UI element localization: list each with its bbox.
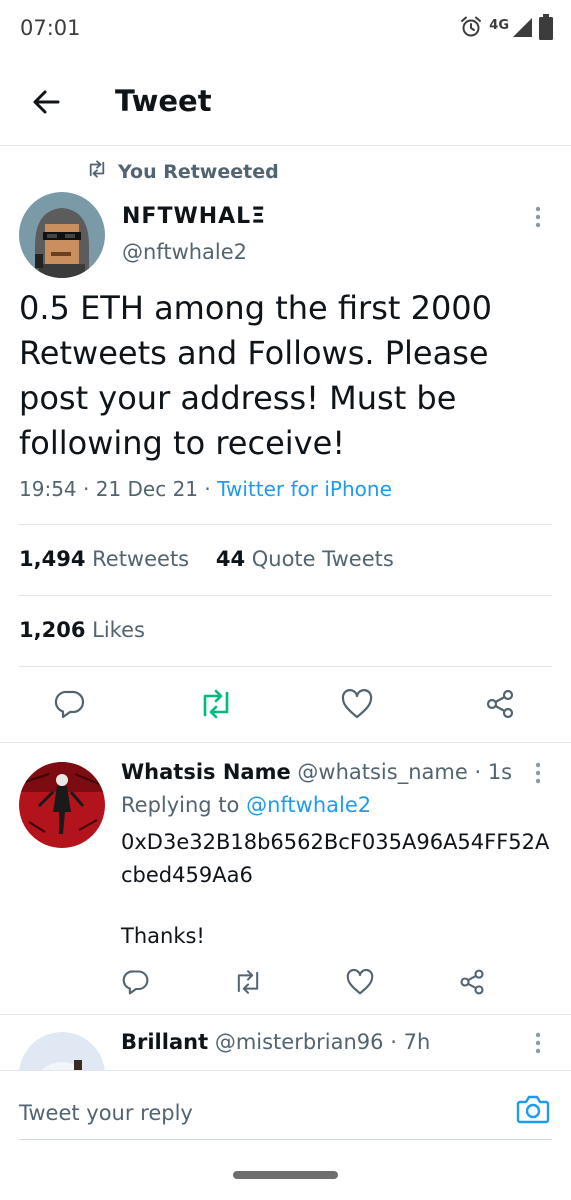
replying-to-label: Replying to xyxy=(121,793,240,817)
status-bar: 07:01 4G xyxy=(0,0,571,60)
avatar[interactable] xyxy=(19,192,105,278)
divider xyxy=(19,595,552,596)
reply-composer xyxy=(0,1070,571,1200)
reply-text: 0xD3e32B18b6562BcF035A96A54FF52Acbed459A… xyxy=(121,830,550,887)
thread-separator xyxy=(0,1014,571,1015)
likes-stats: 1,206 Likes xyxy=(19,618,145,642)
battery-icon xyxy=(539,14,553,44)
alarm-icon xyxy=(459,15,483,43)
reply-button[interactable] xyxy=(116,964,156,1004)
reply-author-handle[interactable]: @whatsis_name xyxy=(297,760,467,784)
retweet-context: You Retweeted xyxy=(86,160,279,183)
reply-time: 7h xyxy=(403,1030,431,1054)
retweets-stat[interactable]: 1,494 Retweets xyxy=(19,547,189,571)
status-time: 07:01 xyxy=(20,16,81,40)
meta-separator: · xyxy=(474,760,482,784)
reply-more-options-button[interactable] xyxy=(528,761,548,789)
retweet-icon xyxy=(233,968,263,1000)
reply-text-line2: Thanks! xyxy=(121,924,205,948)
status-icons: 4G xyxy=(459,14,553,44)
retweet-small-icon xyxy=(86,160,108,183)
more-vertical-icon xyxy=(528,1032,548,1059)
tweet-source-link[interactable]: Twitter for iPhone xyxy=(217,477,392,501)
meta-separator: · xyxy=(204,477,218,501)
divider xyxy=(19,524,552,525)
replying-to: Replying to @nftwhale2 xyxy=(121,793,371,817)
reply-author-name[interactable]: Brillant xyxy=(121,1030,208,1054)
quotes-count: 44 xyxy=(215,547,246,571)
reply-author-handle[interactable]: @misterbrian96 xyxy=(215,1030,384,1054)
reply-avatar[interactable] xyxy=(19,762,105,848)
author-name[interactable]: NFTWHALΞ xyxy=(122,204,266,229)
arrow-left-icon xyxy=(32,88,60,120)
engagement-stats: 1,494 Retweets 44 Quote Tweets xyxy=(19,547,394,571)
reply-icon xyxy=(122,968,150,1000)
retweets-count: 1,494 xyxy=(19,547,86,571)
share-button[interactable] xyxy=(480,686,520,726)
tweet-date: 21 Dec 21 xyxy=(95,477,199,501)
reply-time: 1s xyxy=(487,760,513,784)
top-app-bar: Tweet xyxy=(0,60,571,146)
retweet-context-label: You Retweeted xyxy=(118,160,279,183)
retweet-icon xyxy=(198,688,234,724)
reply-actions xyxy=(0,964,571,1000)
reply-header: Whatsis Name @whatsis_name · 1s xyxy=(121,760,512,784)
likes-count: 1,206 xyxy=(19,618,86,642)
heart-icon xyxy=(341,689,373,723)
reply-button[interactable] xyxy=(50,686,90,726)
page-title: Tweet xyxy=(115,84,212,118)
tweet-actions xyxy=(0,686,571,726)
meta-separator: · xyxy=(390,1030,397,1054)
reply-input[interactable] xyxy=(19,1095,489,1131)
input-underline xyxy=(19,1139,552,1140)
share-icon xyxy=(484,688,516,724)
meta-separator: · xyxy=(83,477,96,501)
back-button[interactable] xyxy=(26,84,66,124)
likes-stat[interactable]: 1,206 Likes xyxy=(19,618,145,642)
divider xyxy=(19,666,552,667)
replying-to-handle[interactable]: @nftwhale2 xyxy=(246,793,371,817)
reply-more-options-button[interactable] xyxy=(528,1031,548,1059)
share-button[interactable] xyxy=(452,964,492,1004)
author-handle[interactable]: @nftwhale2 xyxy=(122,240,247,264)
reply-header: Brillant @misterbrian96 · 7h xyxy=(121,1030,430,1054)
share-icon xyxy=(458,968,486,1000)
thread-separator xyxy=(0,742,571,743)
signal-icon xyxy=(511,16,533,42)
tweet-metadata: 19:54 · 21 Dec 21 · Twitter for iPhone xyxy=(19,477,392,501)
more-vertical-icon xyxy=(528,762,548,789)
quotes-label: Quote Tweets xyxy=(251,547,394,571)
likes-label: Likes xyxy=(92,618,145,642)
reply-icon xyxy=(54,688,86,724)
retweet-button[interactable] xyxy=(196,686,236,726)
network-label: 4G xyxy=(489,17,509,33)
retweet-button[interactable] xyxy=(228,964,268,1004)
camera-button[interactable] xyxy=(513,1091,553,1131)
like-button[interactable] xyxy=(340,964,380,1004)
camera-icon xyxy=(516,1094,550,1128)
tweet-time: 19:54 xyxy=(19,477,77,501)
quote-tweets-stat[interactable]: 44 Quote Tweets xyxy=(216,547,394,571)
more-options-button[interactable] xyxy=(528,205,548,233)
reply-author-name[interactable]: Whatsis Name xyxy=(121,760,291,784)
home-indicator[interactable] xyxy=(233,1171,338,1179)
heart-icon xyxy=(346,969,374,999)
tweet-text: 0.5 ETH among the first 2000 Retweets an… xyxy=(19,289,493,462)
more-vertical-icon xyxy=(528,206,548,233)
retweets-label: Retweets xyxy=(92,547,190,571)
like-button[interactable] xyxy=(337,686,377,726)
